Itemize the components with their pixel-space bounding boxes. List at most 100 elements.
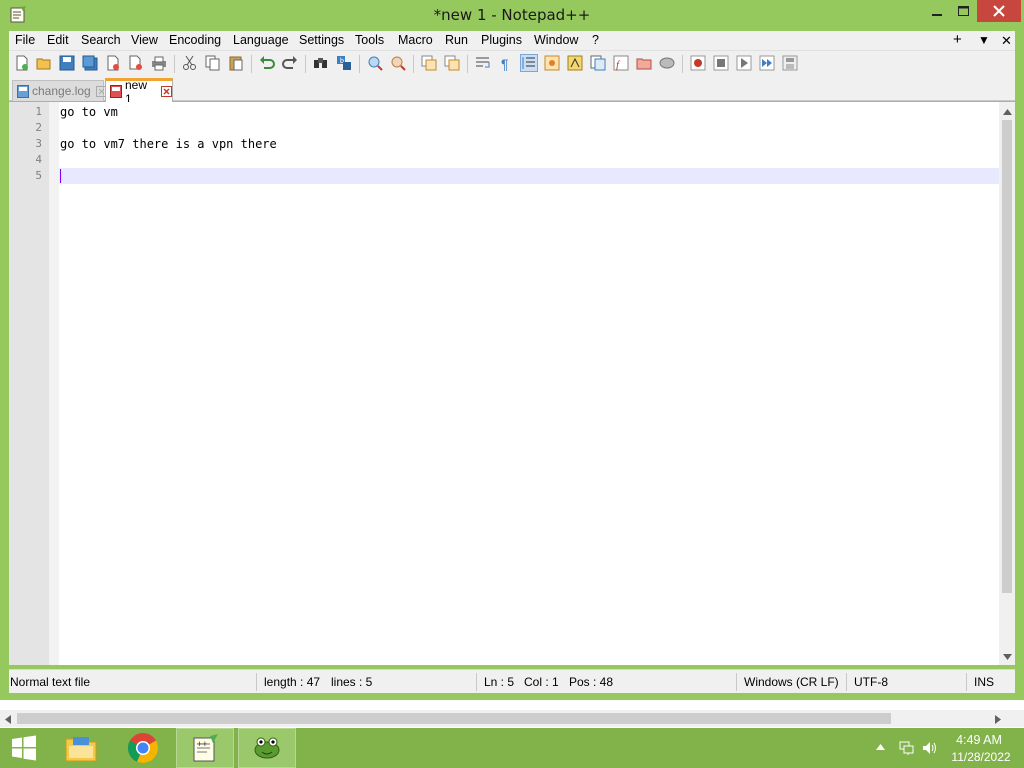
close-document-icon[interactable]: ✕: [1001, 33, 1012, 49]
menu-window[interactable]: Window: [534, 33, 578, 47]
zoom-in-icon[interactable]: [367, 55, 383, 71]
menu-edit[interactable]: Edit: [47, 33, 69, 47]
function-list-icon[interactable]: f: [613, 55, 629, 71]
menu-tools[interactable]: Tools: [355, 33, 384, 47]
replace-icon[interactable]: b: [336, 55, 352, 71]
zoom-out-icon[interactable]: [390, 55, 406, 71]
menu-encoding[interactable]: Encoding: [169, 33, 221, 47]
tab-new-1[interactable]: new 1: [105, 78, 173, 106]
tab-label: change.log: [32, 84, 91, 98]
new-file-icon[interactable]: [14, 55, 30, 71]
status-encoding[interactable]: UTF-8: [854, 675, 888, 689]
minimize-button[interactable]: [924, 0, 950, 22]
toolbar-separator: [251, 55, 252, 73]
scroll-right-arrow-icon[interactable]: [990, 711, 1006, 727]
status-separator: [846, 673, 847, 691]
document-tab-bar: change.log new 1: [9, 77, 1015, 106]
menu-macro[interactable]: Macro: [398, 33, 433, 47]
scroll-down-arrow-icon[interactable]: [999, 649, 1015, 665]
find-icon[interactable]: [313, 55, 329, 71]
menu-search[interactable]: Search: [81, 33, 121, 47]
taskbar-notepadpp[interactable]: ++: [176, 728, 234, 768]
menu-file[interactable]: File: [15, 33, 35, 47]
new-tab-plus-icon[interactable]: +: [953, 31, 962, 48]
start-button[interactable]: [0, 728, 48, 768]
menu-language[interactable]: Language: [233, 33, 289, 47]
show-hidden-icons-icon[interactable]: [876, 744, 885, 750]
save-macro-icon[interactable]: [782, 55, 798, 71]
run-macro-multiple-icon[interactable]: [759, 55, 775, 71]
toolbar-separator: [682, 55, 683, 73]
maximize-icon: [957, 6, 969, 16]
close-icon[interactable]: [105, 55, 121, 71]
saved-file-icon: [17, 84, 29, 98]
folder-as-workspace-icon[interactable]: [636, 55, 652, 71]
clock-time[interactable]: 4:49 AM: [954, 733, 1004, 747]
minimize-icon: [932, 14, 942, 16]
show-all-chars-icon[interactable]: ¶: [498, 55, 514, 71]
status-pos: Pos : 48: [569, 675, 614, 689]
code-line-3[interactable]: go to vm7 there is a vpn there: [60, 137, 277, 151]
svg-text:¶: ¶: [501, 56, 509, 71]
document-list-icon[interactable]: [590, 55, 606, 71]
volume-icon[interactable]: [922, 740, 938, 756]
menu-view[interactable]: View: [131, 33, 158, 47]
status-lines: lines : 5: [331, 675, 373, 689]
menu-plugins[interactable]: Plugins: [481, 33, 522, 47]
open-file-icon[interactable]: [36, 55, 52, 71]
title-bar[interactable]: *new 1 - Notepad++: [0, 0, 1024, 31]
record-macro-icon[interactable]: [690, 55, 706, 71]
menu-run[interactable]: Run: [445, 33, 468, 47]
tab-list-dropdown-icon[interactable]: ▼: [978, 33, 990, 47]
text-editor[interactable]: 1 2 3 4 5 go to vm go to vm7 there is a …: [9, 102, 1015, 665]
status-separator: [966, 673, 967, 691]
status-eol[interactable]: Windows (CR LF): [744, 675, 839, 689]
clock-date[interactable]: 11/28/2022: [948, 750, 1014, 764]
indent-guide-icon[interactable]: [520, 54, 538, 72]
frog-icon: [254, 737, 280, 759]
sync-horizontal-icon[interactable]: [444, 55, 460, 71]
toolbar: b ¶ f: [9, 51, 1015, 77]
taskbar-google-chrome[interactable]: [114, 728, 172, 768]
save-icon[interactable]: [59, 55, 75, 71]
print-icon[interactable]: [151, 55, 167, 71]
close-window-button[interactable]: [977, 0, 1021, 22]
undo-icon[interactable]: [259, 55, 275, 71]
line-number: 4: [35, 153, 42, 166]
play-macro-icon[interactable]: [736, 55, 752, 71]
cut-icon[interactable]: [182, 55, 198, 71]
scroll-left-arrow-icon[interactable]: [0, 711, 16, 727]
user-defined-language-icon[interactable]: [544, 55, 560, 71]
scroll-up-arrow-icon[interactable]: [999, 104, 1015, 120]
taskbar-frog-app[interactable]: [238, 728, 296, 768]
vertical-scroll-thumb[interactable]: [1002, 120, 1012, 593]
redo-icon[interactable]: [282, 55, 298, 71]
tab-change-log[interactable]: change.log: [12, 80, 107, 101]
monitoring-icon[interactable]: [659, 55, 675, 71]
status-insert-mode[interactable]: INS: [974, 675, 994, 689]
sync-vertical-icon[interactable]: [421, 55, 437, 71]
menu-settings[interactable]: Settings: [299, 33, 344, 47]
code-line-1[interactable]: go to vm: [60, 105, 118, 119]
network-icon[interactable]: [899, 740, 915, 756]
word-wrap-icon[interactable]: [475, 55, 491, 71]
close-all-icon[interactable]: [128, 55, 144, 71]
paste-icon[interactable]: [228, 55, 244, 71]
horizontal-scroll-thumb[interactable]: [17, 713, 891, 724]
status-separator: [736, 673, 737, 691]
copy-icon[interactable]: [205, 55, 221, 71]
maximize-button[interactable]: [950, 0, 976, 22]
current-line-highlight: [59, 168, 999, 184]
chrome-icon: [127, 733, 159, 764]
stop-macro-icon[interactable]: [713, 55, 729, 71]
status-separator: [476, 673, 477, 691]
toolbar-separator: [174, 55, 175, 73]
document-map-icon[interactable]: [567, 55, 583, 71]
line-number-gutter: 1 2 3 4 5: [9, 102, 49, 665]
save-all-icon[interactable]: [82, 55, 98, 71]
taskbar-file-explorer[interactable]: [52, 728, 110, 768]
menu-help[interactable]: ?: [592, 33, 599, 47]
vertical-scrollbar[interactable]: [999, 102, 1015, 665]
close-tab-icon[interactable]: [161, 86, 172, 97]
close-icon: [993, 5, 1005, 17]
